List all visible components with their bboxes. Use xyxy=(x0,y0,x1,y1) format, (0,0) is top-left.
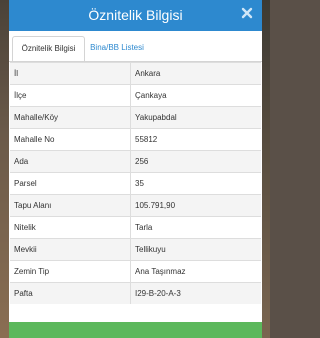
attribute-key: Nitelik xyxy=(10,216,131,239)
attribute-value: I29-B-20-A-3 xyxy=(130,282,261,304)
map-background-right xyxy=(262,0,270,338)
tab-bar: Öznitelik Bilgisi Bina/BB Listesi xyxy=(9,31,262,61)
attribute-value: Tellikuyu xyxy=(130,238,261,261)
attribute-key: Mahalle No xyxy=(10,128,131,151)
attribute-value: Ana Taşınmaz xyxy=(130,260,261,283)
attribute-key: Zemin Tip xyxy=(10,260,131,283)
attribute-value: 55812 xyxy=(130,128,261,151)
attribute-info-dialog: Öznitelik Bilgisi Öznitelik Bilgisi Bina… xyxy=(9,0,262,338)
tab-building-list[interactable]: Bina/BB Listesi xyxy=(86,36,148,60)
attribute-key: Mevkii xyxy=(10,238,131,261)
table-row: Ada 256 xyxy=(10,150,261,173)
table-row: İlçe Çankaya xyxy=(10,84,261,107)
dialog-header: Öznitelik Bilgisi xyxy=(9,0,262,31)
attribute-key: Mahalle/Köy xyxy=(10,106,131,129)
attribute-key: Parsel xyxy=(10,172,131,195)
dialog-title: Öznitelik Bilgisi xyxy=(88,7,183,23)
table-row: İl Ankara xyxy=(10,62,261,85)
table-row: Nitelik Tarla xyxy=(10,216,261,239)
attribute-key: Pafta xyxy=(10,282,131,304)
tab-attribute-info[interactable]: Öznitelik Bilgisi xyxy=(12,36,85,61)
attribute-value: 35 xyxy=(130,172,261,195)
attribute-value: Tarla xyxy=(130,216,261,239)
attribute-key: İl xyxy=(10,62,131,85)
attribute-value: Ankara xyxy=(130,62,261,85)
table-row: Mahalle No 55812 xyxy=(10,128,261,151)
close-icon[interactable] xyxy=(240,6,254,20)
attribute-table: İl Ankara İlçe Çankaya Mahalle/Köy Yakup… xyxy=(10,62,261,304)
map-background-left xyxy=(0,0,9,338)
attribute-key: İlçe xyxy=(10,84,131,107)
attribute-key: Tapu Alanı xyxy=(10,194,131,217)
attribute-key: Ada xyxy=(10,150,131,173)
table-row: Tapu Alanı 105.791,90 xyxy=(10,194,261,217)
table-row: Parsel 35 xyxy=(10,172,261,195)
attribute-value: 256 xyxy=(130,150,261,173)
attribute-value: 105.791,90 xyxy=(130,194,261,217)
table-row: Pafta I29-B-20-A-3 xyxy=(10,282,261,304)
table-row: Mevkii Tellikuyu xyxy=(10,238,261,261)
attribute-value: Yakupabdal xyxy=(130,106,261,129)
table-row: Zemin Tip Ana Taşınmaz xyxy=(10,260,261,283)
action-bar[interactable] xyxy=(9,322,262,338)
table-row: Mahalle/Köy Yakupabdal xyxy=(10,106,261,129)
attribute-value: Çankaya xyxy=(130,84,261,107)
